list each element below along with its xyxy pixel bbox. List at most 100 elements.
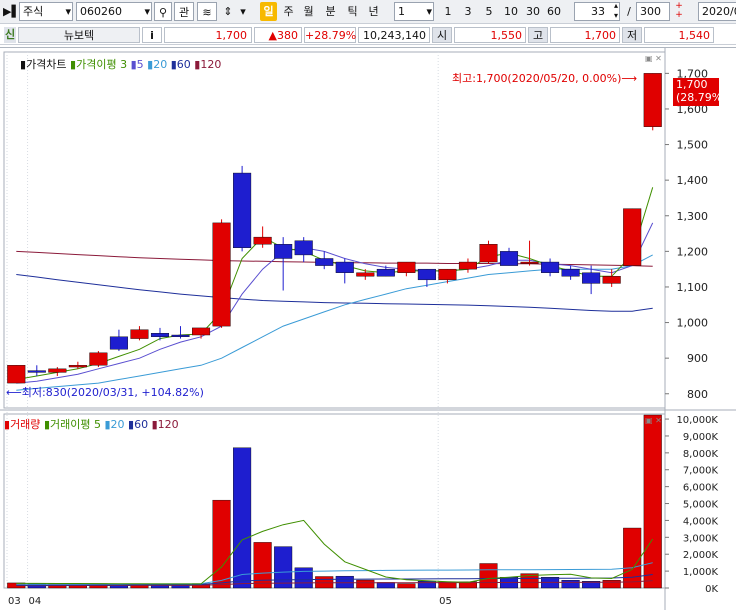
price-panel-window-icon[interactable]: ▣ ✕	[645, 54, 663, 63]
high-price: 1,700	[550, 27, 620, 43]
info-button[interactable]: i	[142, 27, 162, 43]
x-tick-label: 03	[8, 596, 21, 607]
interval-30[interactable]: 30	[523, 2, 543, 21]
volume-bar	[315, 576, 334, 589]
candle-body	[582, 272, 601, 284]
layers-icon[interactable]: ≋	[197, 2, 217, 21]
plus-minus-icon[interactable]: + +	[672, 2, 686, 21]
volume-tick-label: 5,000K	[683, 500, 719, 511]
period-year[interactable]: 년	[365, 2, 382, 21]
volume-bar	[397, 583, 416, 589]
candle-body	[397, 261, 416, 273]
volume-bar	[356, 579, 375, 589]
volume-tick-label: 10,000K	[676, 415, 718, 426]
price-legend: ▮가격차트 ▮가격이평 3 ▮5 ▮20 ▮60 ▮120	[20, 56, 221, 72]
volume-tick-label: 3,000K	[683, 533, 719, 544]
zoom-value: 33	[591, 5, 605, 18]
arrow-right-icon: ⟶	[621, 72, 638, 85]
interval-select[interactable]: 1 ▾	[394, 2, 434, 21]
interval-10[interactable]: 10	[501, 2, 521, 21]
open-label: 시	[432, 27, 452, 43]
min-annotation: ⟵최저:830(2020/03/31, +104.82%)	[6, 384, 204, 400]
volume-bar	[479, 563, 498, 589]
gwan-button[interactable]: 관	[174, 2, 194, 21]
max-annotation-text: 최고:1,700(2020/05/20, 0.00%)	[452, 72, 622, 85]
zoom-input[interactable]: 33 ▴ ▾	[574, 2, 620, 21]
slash-separator: /	[627, 5, 631, 18]
chart-canvas[interactable]: 8009001,0001,1001,2001,3001,4001,5001,60…	[0, 48, 736, 610]
candle-body	[130, 329, 149, 339]
candle-body	[643, 73, 662, 127]
volume-ma60-label: 60	[134, 418, 149, 431]
code-input[interactable]: 060260 ▾	[76, 2, 152, 21]
candle-body	[48, 368, 67, 373]
volume-bar	[233, 447, 252, 589]
price-ma5-label: 5	[136, 58, 144, 71]
candle-body	[253, 236, 272, 245]
price-ma3-line	[16, 187, 654, 380]
period-week[interactable]: 주	[280, 2, 297, 21]
period-month[interactable]: 월	[300, 2, 317, 21]
price-ma-legend-title: 가격이평	[76, 58, 117, 71]
volume-value: 10,243,140	[358, 27, 430, 43]
chevron-down-icon: ▾	[426, 5, 432, 18]
interval-3[interactable]: 3	[460, 2, 476, 21]
candle-body	[212, 222, 231, 327]
volume-tick-label: 4,000K	[683, 516, 719, 527]
code-value: 060260	[80, 5, 122, 18]
price-ma3-label: 3	[120, 58, 128, 71]
total-value: 300	[640, 5, 661, 18]
period-tick[interactable]: 틱	[344, 2, 361, 21]
chevron-down-icon: ▾	[65, 5, 71, 18]
candle-body	[171, 334, 190, 337]
chevron-down-icon: ▾	[144, 5, 150, 18]
volume-tick-label: 0K	[705, 584, 718, 595]
candle-body	[479, 244, 498, 263]
search-icon[interactable]: ⚲	[154, 2, 172, 21]
interval-value: 1	[398, 5, 405, 18]
volume-bar	[643, 414, 662, 589]
interval-5[interactable]: 5	[481, 2, 497, 21]
volume-tick-label: 9,000K	[683, 432, 719, 443]
panel-toggle-icon[interactable]: ▶▌	[3, 2, 20, 21]
period-minute[interactable]: 분	[322, 2, 339, 21]
interval-1[interactable]: 1	[440, 2, 456, 21]
total-input[interactable]: 300	[636, 2, 670, 21]
chart-area[interactable]: 800 900 1,000 1,100 1,200 1,300 1,400 1,500 1,60…	[0, 47, 736, 610]
chevron-down-icon[interactable]: ▾	[236, 2, 250, 21]
interval-60[interactable]: 60	[544, 2, 564, 21]
price-tick-label: 800	[687, 388, 708, 401]
candle-body	[623, 208, 642, 266]
volume-vma5-line	[16, 519, 654, 585]
candle-body	[602, 276, 621, 284]
market-type-value: 주식	[23, 5, 44, 18]
volume-panel-window-icon[interactable]: ▣ ✕	[645, 416, 663, 425]
volume-bar	[623, 527, 642, 589]
price-change: ▲380	[254, 27, 302, 43]
price-tick-label: 1,300	[677, 210, 709, 223]
volume-bar	[294, 567, 313, 589]
date-input[interactable]: 2020/0	[698, 2, 736, 21]
volume-tick-label: 2,000K	[683, 550, 719, 561]
price-tick-label: 1,000	[677, 317, 709, 330]
volume-tick-label: 7,000K	[683, 466, 719, 477]
volume-legend-title: 거래량	[10, 418, 41, 431]
volume-ma5-label: 5	[93, 418, 101, 431]
candle-body	[89, 352, 108, 366]
volume-ma120-label: 120	[157, 418, 179, 431]
volume-legend: ▮거래량 ▮거래이평 5 ▮20 ▮60 ▮120	[4, 416, 179, 432]
quote-info-row: 신 뉴보텍 i 1,700 ▲380 +28.79% 10,243,140 시 …	[0, 25, 736, 45]
price-ma20-line	[16, 254, 653, 391]
candle-body	[335, 261, 354, 273]
candle-body	[520, 261, 539, 264]
spin-icon: ▴ ▾	[613, 2, 618, 20]
x-tick-label: 04	[29, 596, 42, 607]
stock-name[interactable]: 뉴보텍	[18, 27, 140, 43]
volume-bar	[253, 542, 272, 589]
market-type-select[interactable]: 주식 ▾	[19, 2, 73, 21]
open-price: 1,550	[454, 27, 526, 43]
candle-body	[192, 327, 211, 336]
period-day[interactable]: 일	[260, 2, 277, 21]
candle-body	[233, 172, 252, 249]
up-down-stepper-icon[interactable]: ⇕	[220, 2, 236, 21]
